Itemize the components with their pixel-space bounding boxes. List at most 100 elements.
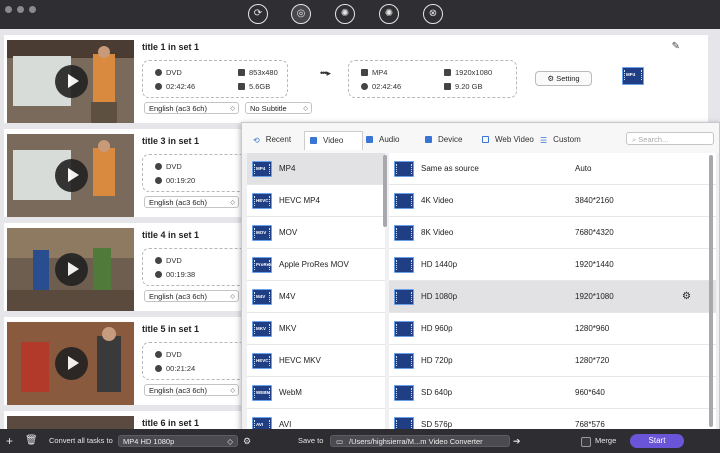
format-item-mov[interactable]: MOV MOV [247, 217, 385, 249]
gear-icon[interactable]: ⚙ [682, 281, 691, 313]
format-panel: ⟲ Recent Video Audio Device Web Video ☰ Cu… [241, 122, 720, 431]
video-thumbnail[interactable] [7, 228, 134, 311]
tab-label: Custom [553, 135, 581, 144]
toolbox-icon[interactable]: ⊗ [423, 4, 443, 24]
convert-all-select[interactable]: MP4 HD 1080p ◇ [118, 435, 238, 447]
format-item-mkv[interactable]: MKV MKV [247, 313, 385, 345]
preset-item[interactable]: 8K Video 7680*4320 [389, 217, 716, 249]
video-thumbnail[interactable] [7, 416, 134, 429]
format-item-avi[interactable]: AVI AVI [247, 409, 385, 430]
format-icon-label: MOV [256, 230, 267, 235]
format-name: M4V [279, 292, 296, 301]
convert-all-label: Convert all tasks to [49, 436, 113, 445]
film-reel-icon[interactable]: ✺ [379, 4, 399, 24]
video-thumbnail[interactable] [7, 40, 134, 123]
format-item-mp4[interactable]: MP4 MP4 [247, 153, 385, 185]
clock-icon [155, 83, 162, 90]
output-format-icon[interactable]: MP4 [622, 67, 644, 89]
video-preset-icon [394, 225, 414, 241]
play-icon[interactable] [55, 65, 88, 98]
preset-item[interactable]: SD 576p 768*576 [389, 409, 716, 430]
clock-icon [155, 271, 162, 278]
format-name: HEVC MKV [279, 356, 321, 365]
tab-label: Video [323, 136, 344, 145]
size-icon [444, 83, 451, 90]
recent-icon: ⟲ [253, 136, 260, 145]
play-icon[interactable] [55, 159, 88, 192]
list-icon: ☰ [540, 136, 548, 145]
clock-icon [361, 83, 368, 90]
play-icon[interactable] [55, 253, 88, 286]
video-thumbnail[interactable] [7, 322, 134, 405]
merge-checkbox[interactable] [581, 437, 591, 447]
format-item-m4v[interactable]: M4V M4V [247, 281, 385, 313]
preset-name: HD 720p [421, 356, 453, 365]
target-info-box[interactable]: MP4 1920x1080 02:42:46 9.20 GB [348, 60, 517, 98]
preset-item[interactable]: 4K Video 3840*2160 [389, 185, 716, 217]
trash-icon[interactable]: 🗑 [25, 429, 38, 453]
tab-recent[interactable]: ⟲ Recent [249, 131, 303, 149]
thumbnail-image [7, 416, 134, 429]
preset-item[interactable]: HD 960p 1280*960 [389, 313, 716, 345]
gear-icon[interactable]: ⚙ [243, 429, 251, 453]
m4v-format-icon: M4V [252, 289, 272, 305]
tab-web-video[interactable]: Web Video [480, 131, 538, 149]
task-title: title 1 in set 1 [142, 42, 200, 52]
play-icon[interactable] [55, 347, 88, 380]
dropdown-icon: ◇ [303, 106, 308, 112]
format-item-prores[interactable]: ProRes Apple ProRes MOV [247, 249, 385, 281]
mp4-format-icon: MP4 [252, 161, 272, 177]
format-item-webm[interactable]: WEBM WebM [247, 377, 385, 409]
resolution-icon [444, 69, 451, 76]
preset-list-scrollbar[interactable] [709, 155, 713, 427]
format-icon [361, 69, 368, 76]
audio-track-select[interactable]: English (ac3 6ch) ◇ [144, 102, 239, 114]
audio-track-select[interactable]: English (ac3 6ch) ◇ [144, 384, 239, 396]
format-icon-label: ProRes [256, 262, 272, 267]
mov-format-icon: MOV [252, 225, 272, 241]
tab-device[interactable]: Device [422, 131, 477, 149]
preset-name: SD 640p [421, 388, 453, 397]
format-search-input[interactable]: ⌕ Search... [626, 132, 714, 145]
source-format: DVD [166, 350, 182, 359]
video-preset-icon [394, 257, 414, 273]
format-name: MKV [279, 324, 297, 333]
save-path-field[interactable]: ▭ /Users/highsierra/M...m Video Converter [330, 435, 510, 447]
add-icon[interactable]: + [6, 429, 13, 453]
tab-custom[interactable]: ☰ Custom [538, 131, 594, 149]
output-format-icon-label: MP4 [626, 72, 636, 77]
edit-pencil-icon[interactable]: ✎ [672, 41, 680, 52]
save-to-label: Save to [298, 436, 324, 445]
preset-item[interactable]: SD 640p 960*640 [389, 377, 716, 409]
video-preset-icon [394, 385, 414, 401]
preset-item[interactable]: HD 720p 1280*720 [389, 345, 716, 377]
preset-resolution: 960*640 [575, 388, 605, 397]
subtitle-select[interactable]: No Subtitle ◇ [245, 102, 312, 114]
format-icon-label: MP4 [256, 166, 266, 171]
preset-item[interactable]: HD 1440p 1920*1440 [389, 249, 716, 281]
tab-video[interactable]: Video [304, 131, 363, 150]
disc-icon [155, 69, 162, 76]
tab-audio[interactable]: Audio [363, 131, 416, 149]
preset-item-selected[interactable]: HD 1080p 1920*1080 ⚙ [389, 281, 716, 313]
start-button[interactable]: Start [630, 434, 684, 448]
rip-icon[interactable]: ◎ [291, 4, 311, 24]
format-item-hevc-mp4[interactable]: HEVC HEVC MP4 [247, 185, 385, 217]
setting-button[interactable]: ⚙ Setting [535, 71, 592, 86]
audio-track-select[interactable]: English (ac3 6ch) ◇ [144, 290, 239, 302]
preset-item[interactable]: Same as source Auto [389, 153, 716, 185]
open-folder-arrow-icon[interactable]: ➔ [513, 429, 521, 453]
format-item-hevc-mkv[interactable]: HEVC HEVC MKV [247, 345, 385, 377]
source-duration: 00:21:24 [166, 364, 196, 373]
source-duration: 02:42:46 [166, 82, 196, 91]
format-list-scrollbar[interactable] [383, 155, 387, 227]
video-thumbnail[interactable] [7, 134, 134, 217]
video-preset-icon [394, 353, 414, 369]
audio-track-select[interactable]: English (ac3 6ch) ◇ [144, 196, 239, 208]
minimize-window-button[interactable] [17, 6, 24, 13]
convert-icon[interactable]: ⟳ [248, 4, 268, 24]
format-name: AVI [279, 420, 292, 429]
close-window-button[interactable] [5, 6, 12, 13]
video-disc-icon[interactable]: ✺ [335, 4, 355, 24]
zoom-window-button[interactable] [29, 6, 36, 13]
